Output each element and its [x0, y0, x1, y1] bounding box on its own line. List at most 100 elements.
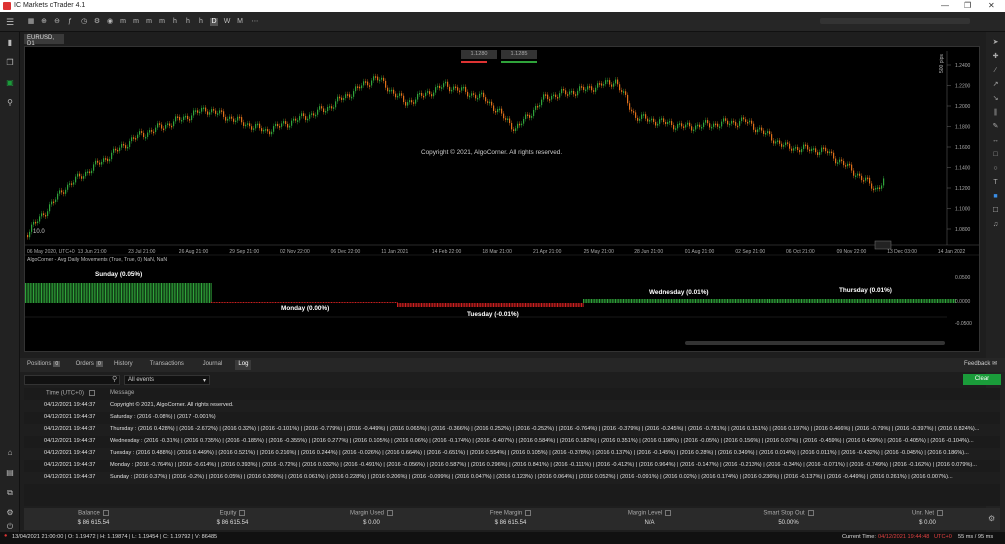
candle: [87, 171, 89, 174]
candle: [559, 93, 561, 98]
bell-icon[interactable]: ♫: [991, 220, 1000, 229]
info-icon[interactable]: [387, 510, 393, 516]
color-icon[interactable]: ■: [991, 192, 1000, 201]
candle: [533, 109, 535, 117]
trendline-icon[interactable]: ↗: [991, 80, 1000, 89]
line-icon[interactable]: ∕: [991, 66, 1000, 75]
indicator-bar: [53, 283, 55, 303]
trade-icon[interactable]: ▮: [5, 38, 15, 48]
more-icon[interactable]: ⋯: [251, 18, 259, 26]
settings-icon[interactable]: ⚙: [93, 18, 101, 26]
text-icon[interactable]: T: [991, 178, 1000, 187]
candle: [703, 122, 705, 127]
tab-history[interactable]: History: [111, 360, 136, 370]
candle: [811, 148, 813, 152]
chart-tab[interactable]: EURUSD, D1: [24, 34, 64, 47]
bid-price-box[interactable]: 1.1280: [461, 50, 497, 59]
timeframe-mn-icon[interactable]: M: [236, 18, 244, 26]
log-row[interactable]: 04/12/2021 19:44:37 Saturday : (2016 -0.0…: [24, 412, 1000, 424]
indicator-bar: [550, 303, 552, 307]
info-icon[interactable]: [665, 510, 672, 516]
ask-price-box[interactable]: 1.1285: [501, 50, 537, 59]
crosshair-icon[interactable]: ✚: [991, 52, 1000, 61]
log-row[interactable]: 04/12/2021 19:44:37 Copyright © 2021, Alg…: [24, 400, 1000, 412]
analyze-icon[interactable]: ⚲: [5, 98, 15, 108]
timeframe-m30-icon[interactable]: m: [158, 18, 166, 26]
clock-icon[interactable]: ◷: [80, 18, 88, 26]
indicator-bar: [583, 299, 584, 303]
chart-type-icon[interactable]: ▦: [27, 18, 35, 26]
power-icon[interactable]: ⏻: [5, 522, 15, 532]
timeframe-w1-icon[interactable]: W: [223, 18, 231, 26]
tab-log[interactable]: Log: [235, 360, 252, 370]
copy-icon[interactable]: ❐: [5, 58, 15, 68]
info-icon[interactable]: [239, 510, 246, 516]
info-icon[interactable]: [807, 510, 814, 516]
channel-icon[interactable]: ∥: [991, 108, 1000, 117]
timeframe-h1-icon[interactable]: h: [171, 18, 179, 26]
gear-icon[interactable]: ⚙: [5, 508, 15, 518]
close-icon[interactable]: ✕: [988, 1, 995, 10]
menu-icon[interactable]: ☰: [6, 18, 14, 27]
lock-icon[interactable]: ☐: [991, 206, 1000, 215]
timeframe-h4-icon[interactable]: h: [184, 18, 192, 26]
log-message: Wednesday : (2016 -0.31%) | (2016 0.735%…: [110, 438, 974, 444]
info-icon[interactable]: [525, 510, 532, 516]
account-info-area[interactable]: [820, 18, 970, 24]
timeframe-m5-icon[interactable]: m: [132, 18, 140, 26]
log-row[interactable]: 04/12/2021 19:44:37 Monday : (2016 -0.764…: [24, 460, 1000, 472]
store-icon[interactable]: ▤: [5, 468, 15, 478]
shapes-icon[interactable]: ○: [991, 164, 1000, 173]
chart-area[interactable]: 1.2400 1.2200 1.2000 1.1800 1.1600 1.1400 1.12…: [24, 46, 980, 352]
ray-icon[interactable]: ↘: [991, 94, 1000, 103]
log-row[interactable]: 04/12/2021 19:44:37 Sunday : (2016 0.37%)…: [24, 472, 1000, 484]
minimize-icon[interactable]: —: [941, 1, 949, 10]
col-header-message[interactable]: Message: [110, 390, 134, 396]
indicators-icon[interactable]: ƒ: [66, 18, 74, 26]
log-row[interactable]: 04/12/2021 19:44:37 Tuesday : (2016 0.488…: [24, 448, 1000, 460]
timeframe-d1-icon[interactable]: D: [210, 18, 218, 26]
info-icon[interactable]: [937, 510, 943, 516]
callout-icon[interactable]: □: [991, 150, 1000, 159]
candle: [879, 187, 881, 190]
tab-transactions[interactable]: Transactions: [147, 360, 187, 370]
indicator-bar: [350, 302, 352, 303]
log-row[interactable]: 04/12/2021 19:44:37 Wednesday : (2016 -0.…: [24, 436, 1000, 448]
pencil-icon[interactable]: ✎: [991, 122, 1000, 131]
indicator-bar: [820, 299, 822, 303]
candle: [29, 231, 31, 238]
bank-icon[interactable]: ⌂: [5, 448, 15, 458]
timeframe-h12-icon[interactable]: h: [197, 18, 205, 26]
indicator-bar: [425, 303, 427, 307]
stats-settings-icon[interactable]: ⚙: [988, 514, 995, 523]
candle: [437, 85, 439, 88]
tab-orders[interactable]: Orders 0: [73, 360, 106, 370]
indicator-bar: [406, 303, 408, 307]
event-filter-select[interactable]: All events ▾: [124, 375, 210, 385]
log-search-input[interactable]: [24, 375, 120, 385]
layout-icon[interactable]: ⧉: [5, 488, 15, 498]
indicator-bar: [209, 283, 210, 303]
automate-icon[interactable]: ▣: [5, 78, 15, 88]
eye-icon[interactable]: ◉: [106, 18, 114, 26]
timeframe-m1-icon[interactable]: m: [119, 18, 127, 26]
log-row[interactable]: 04/12/2021 19:44:37 Thursday : (2016 0.42…: [24, 424, 1000, 436]
measure-icon[interactable]: ↔: [991, 136, 1000, 145]
timezone-value[interactable]: UTC+0: [934, 534, 952, 540]
cursor-icon[interactable]: ➤: [991, 38, 1000, 47]
indicator-bar: [932, 299, 934, 303]
info-icon[interactable]: [102, 510, 109, 516]
tab-positions[interactable]: Positions 0: [24, 360, 63, 370]
feedback-link[interactable]: Feedback ✉: [964, 360, 997, 367]
col-header-time[interactable]: Time (UTC+0): [46, 390, 95, 397]
sort-icon[interactable]: [88, 390, 95, 396]
search-icon[interactable]: ⚲: [112, 375, 117, 383]
tab-journal[interactable]: Journal: [200, 360, 226, 370]
clear-button[interactable]: Clear: [963, 374, 1001, 385]
timeframe-m15-icon[interactable]: m: [145, 18, 153, 26]
candle: [59, 190, 61, 194]
zoom-out-icon[interactable]: ⊖: [53, 18, 61, 26]
restore-icon[interactable]: ❐: [964, 1, 971, 10]
chart-canvas[interactable]: 1.2400 1.2200 1.2000 1.1800 1.1600 1.1400 1.12…: [25, 47, 979, 351]
zoom-in-icon[interactable]: ⊕: [40, 18, 48, 26]
